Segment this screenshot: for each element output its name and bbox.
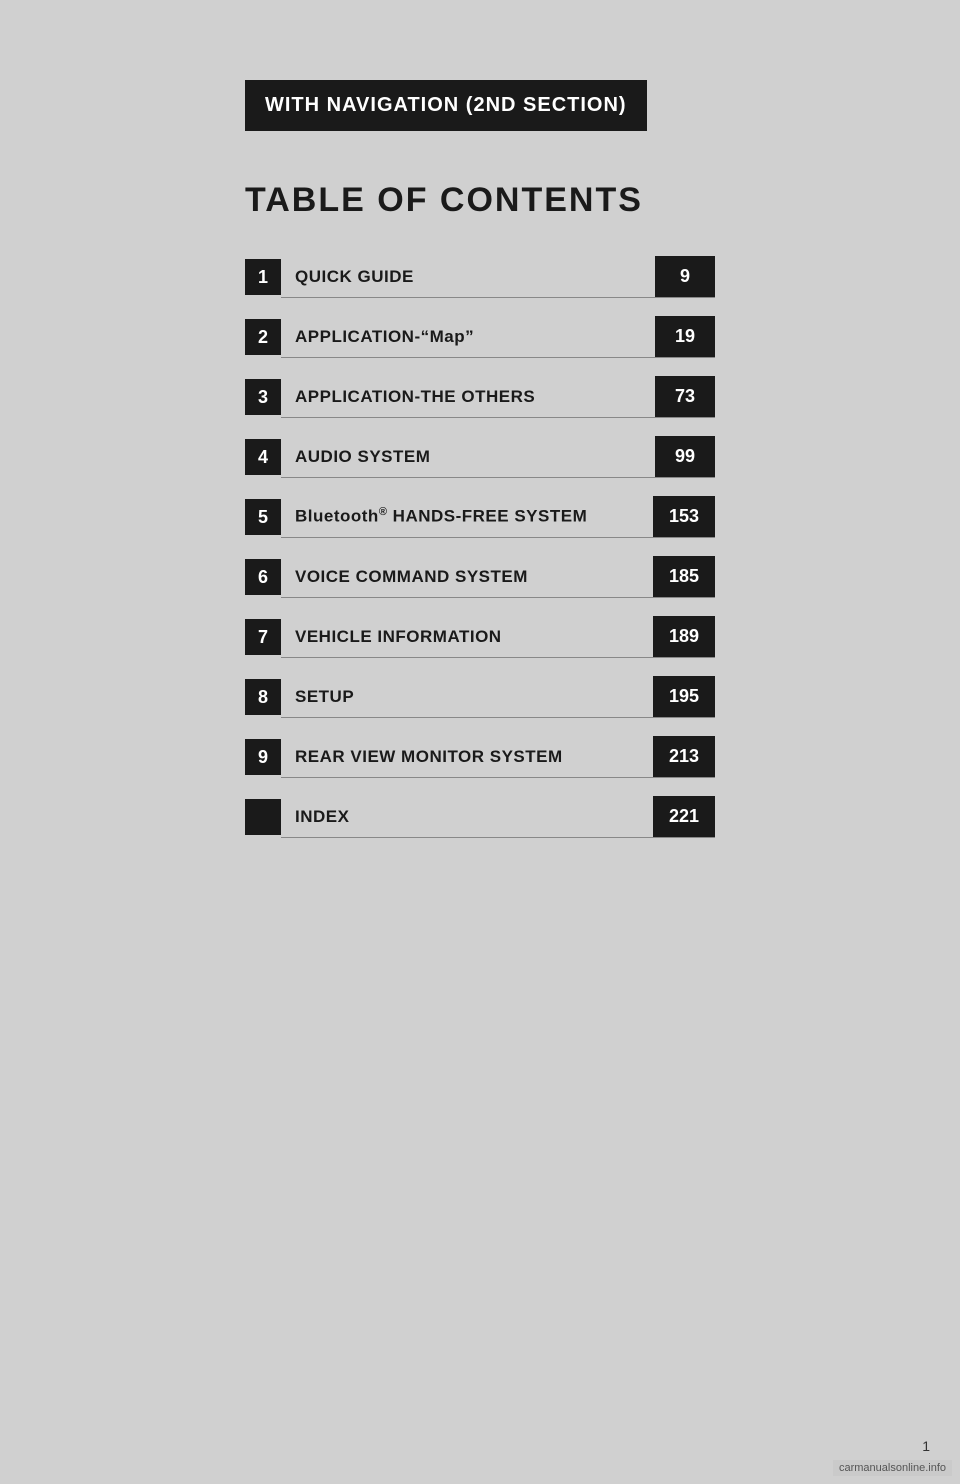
toc-entry-index: INDEX 221 <box>245 796 715 838</box>
toc-entry-3: 3 APPLICATION-THE OTHERS 73 <box>245 376 715 418</box>
entry-page-1: 9 <box>655 256 715 297</box>
entry-number-9: 9 <box>245 739 281 775</box>
entry-row-7: VEHICLE INFORMATION 189 <box>281 616 715 658</box>
entry-page-7: 189 <box>653 616 715 657</box>
toc-entry-8: 8 SETUP 195 <box>245 676 715 718</box>
entry-label-4: AUDIO SYSTEM <box>281 437 655 477</box>
entry-label-2: APPLICATION-“Map” <box>281 317 655 357</box>
entry-number-1: 1 <box>245 259 281 295</box>
entry-row-6: VOICE COMMAND SYSTEM 185 <box>281 556 715 598</box>
toc-entry-1: 1 QUICK GUIDE 9 <box>245 256 715 298</box>
entry-row-3: APPLICATION-THE OTHERS 73 <box>281 376 715 418</box>
entry-page-9: 213 <box>653 736 715 777</box>
entry-row-5: Bluetooth® HANDS-FREE SYSTEM 153 <box>281 496 715 538</box>
entry-row-8: SETUP 195 <box>281 676 715 718</box>
entry-page-8: 195 <box>653 676 715 717</box>
entry-row-index: INDEX 221 <box>281 796 715 838</box>
toc-entry-5: 5 Bluetooth® HANDS-FREE SYSTEM 153 <box>245 496 715 538</box>
entry-number-3: 3 <box>245 379 281 415</box>
entry-label-7: VEHICLE INFORMATION <box>281 617 653 657</box>
toc-entries: 1 QUICK GUIDE 9 2 APPLICATION-“Map” 19 3… <box>245 256 715 856</box>
toc-entry-9: 9 REAR VIEW MONITOR SYSTEM 213 <box>245 736 715 778</box>
entry-number-index <box>245 799 281 835</box>
entry-number-4: 4 <box>245 439 281 475</box>
page-container: WITH NAVIGATION (2ND SECTION) TABLE OF C… <box>0 0 960 1484</box>
entry-label-9: REAR VIEW MONITOR SYSTEM <box>281 737 653 777</box>
toc-entry-4: 4 AUDIO SYSTEM 99 <box>245 436 715 478</box>
entry-page-2: 19 <box>655 316 715 357</box>
entry-page-index: 221 <box>653 796 715 837</box>
entry-label-3: APPLICATION-THE OTHERS <box>281 377 655 417</box>
entry-row-1: QUICK GUIDE 9 <box>281 256 715 298</box>
entry-number-2: 2 <box>245 319 281 355</box>
header-banner: WITH NAVIGATION (2ND SECTION) <box>245 80 647 131</box>
entry-page-4: 99 <box>655 436 715 477</box>
entry-page-3: 73 <box>655 376 715 417</box>
toc-title: TABLE OF CONTENTS <box>245 181 715 220</box>
entry-label-1: QUICK GUIDE <box>281 257 655 297</box>
entry-page-6: 185 <box>653 556 715 597</box>
entry-row-4: AUDIO SYSTEM 99 <box>281 436 715 478</box>
entry-label-8: SETUP <box>281 677 653 717</box>
entry-label-index: INDEX <box>281 797 653 837</box>
entry-label-5: Bluetooth® HANDS-FREE SYSTEM <box>281 496 653 537</box>
toc-entry-2: 2 APPLICATION-“Map” 19 <box>245 316 715 358</box>
entry-number-6: 6 <box>245 559 281 595</box>
watermark: carmanualsonline.info <box>833 1460 952 1476</box>
entry-row-9: REAR VIEW MONITOR SYSTEM 213 <box>281 736 715 778</box>
header-banner-text: WITH NAVIGATION (2ND SECTION) <box>265 94 627 116</box>
entry-page-5: 153 <box>653 496 715 537</box>
entry-number-8: 8 <box>245 679 281 715</box>
page-number: 1 <box>922 1438 930 1454</box>
toc-entry-7: 7 VEHICLE INFORMATION 189 <box>245 616 715 658</box>
entry-row-2: APPLICATION-“Map” 19 <box>281 316 715 358</box>
toc-entry-6: 6 VOICE COMMAND SYSTEM 185 <box>245 556 715 598</box>
entry-number-7: 7 <box>245 619 281 655</box>
entry-number-5: 5 <box>245 499 281 535</box>
entry-label-6: VOICE COMMAND SYSTEM <box>281 557 653 597</box>
